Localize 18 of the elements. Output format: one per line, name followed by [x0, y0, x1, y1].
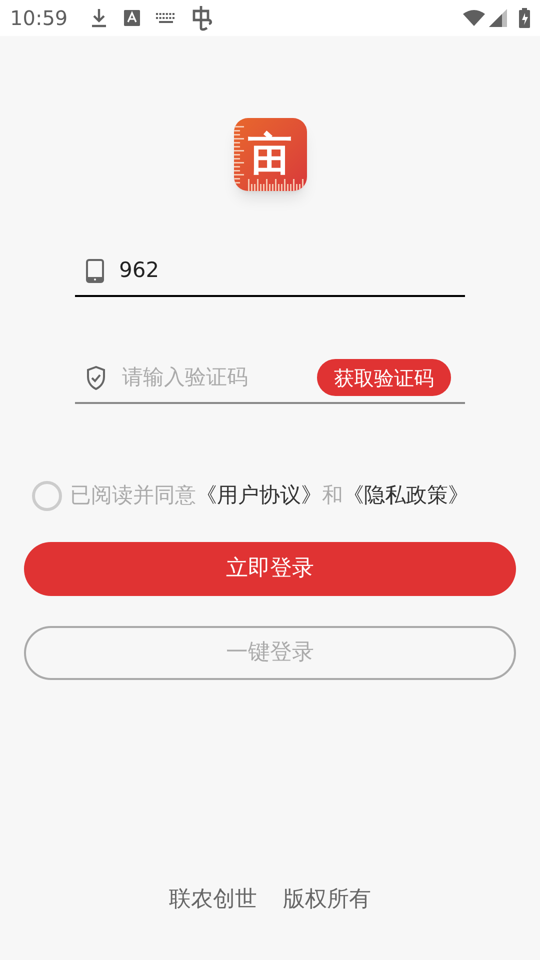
agreement-text: 已阅读并同意《用户协议》和《隐私政策》	[70, 482, 469, 509]
app-logo: 亩	[234, 118, 306, 191]
download-icon	[90, 8, 108, 28]
battery-icon	[519, 8, 530, 28]
login-button[interactable]: 立即登录	[24, 542, 516, 596]
agreement-checkbox[interactable]	[32, 480, 62, 511]
keyboard-icon	[156, 12, 176, 24]
footer-text: 联农创世	[169, 886, 257, 914]
wifi-icon	[463, 10, 485, 26]
phone-icon	[86, 259, 104, 283]
signal-icon	[489, 9, 507, 27]
font-icon	[124, 10, 140, 26]
get-code-button[interactable]: 获取验证码	[317, 359, 451, 396]
code-input[interactable]: 请输入验证码	[122, 362, 292, 394]
footer-text: 版权所有	[283, 886, 371, 914]
phone-field[interactable]: 962	[75, 247, 465, 297]
shield-check-icon	[86, 366, 106, 390]
status-time: 10:59	[10, 5, 68, 32]
